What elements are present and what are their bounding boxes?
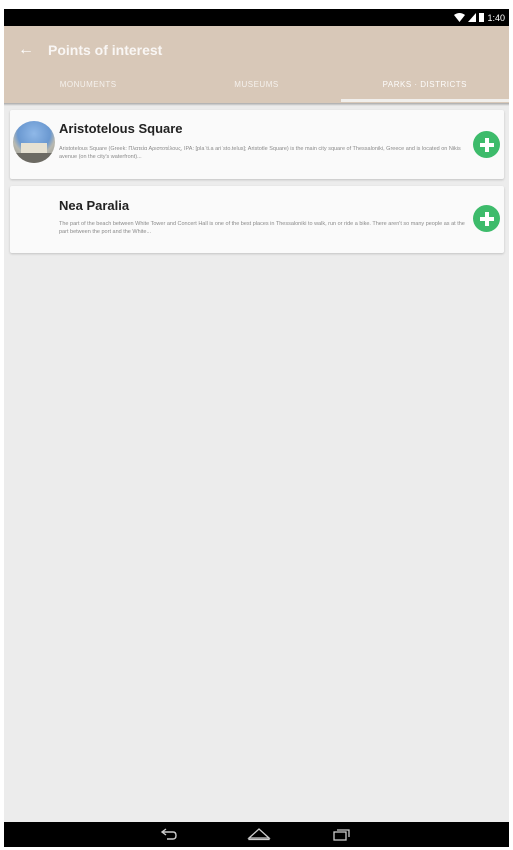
nav-home-icon[interactable]: [247, 827, 271, 841]
tab-museums[interactable]: MUSEUMS: [172, 74, 340, 103]
navigation-bar: [4, 822, 509, 847]
plus-circle-icon[interactable]: [473, 205, 500, 232]
tab-monuments[interactable]: MONUMENTS: [4, 74, 172, 103]
tab-shadow: [4, 103, 509, 106]
poi-description: The part of the beach between White Towe…: [59, 221, 465, 235]
tab-indicator: [341, 99, 509, 102]
page-title: Points of interest: [48, 42, 163, 58]
status-icons: 1:40: [454, 11, 505, 24]
arrow-left-icon[interactable]: ←: [17, 41, 35, 59]
poi-title: Nea Paralia: [59, 198, 130, 213]
status-bar: 1:40: [4, 9, 509, 26]
device-screen: 1:40 ← Points of interest MONUMENTS MUSE…: [4, 9, 509, 847]
status-time: 1:40: [487, 12, 505, 23]
signal-icon: [468, 13, 477, 22]
nav-recents-icon[interactable]: [333, 827, 351, 841]
building-shape: [21, 143, 47, 153]
app-bar: ← Points of interest: [4, 26, 509, 74]
ground-shape: [13, 153, 55, 163]
poi-thumbnail: [13, 121, 55, 163]
list-item[interactable]: Nea Paralia The part of the beach betwee…: [10, 186, 504, 253]
battery-icon: [479, 13, 485, 22]
poi-title: Aristotelous Square: [59, 121, 183, 136]
wifi-icon: [454, 13, 466, 22]
poi-description: Aristotelous Square (Greek: Πλατεία Αρισ…: [59, 146, 461, 160]
nav-back-icon[interactable]: [160, 828, 178, 840]
plus-circle-icon[interactable]: [473, 131, 500, 158]
list-item[interactable]: Aristotelous Square Aristotelous Square …: [10, 110, 504, 179]
